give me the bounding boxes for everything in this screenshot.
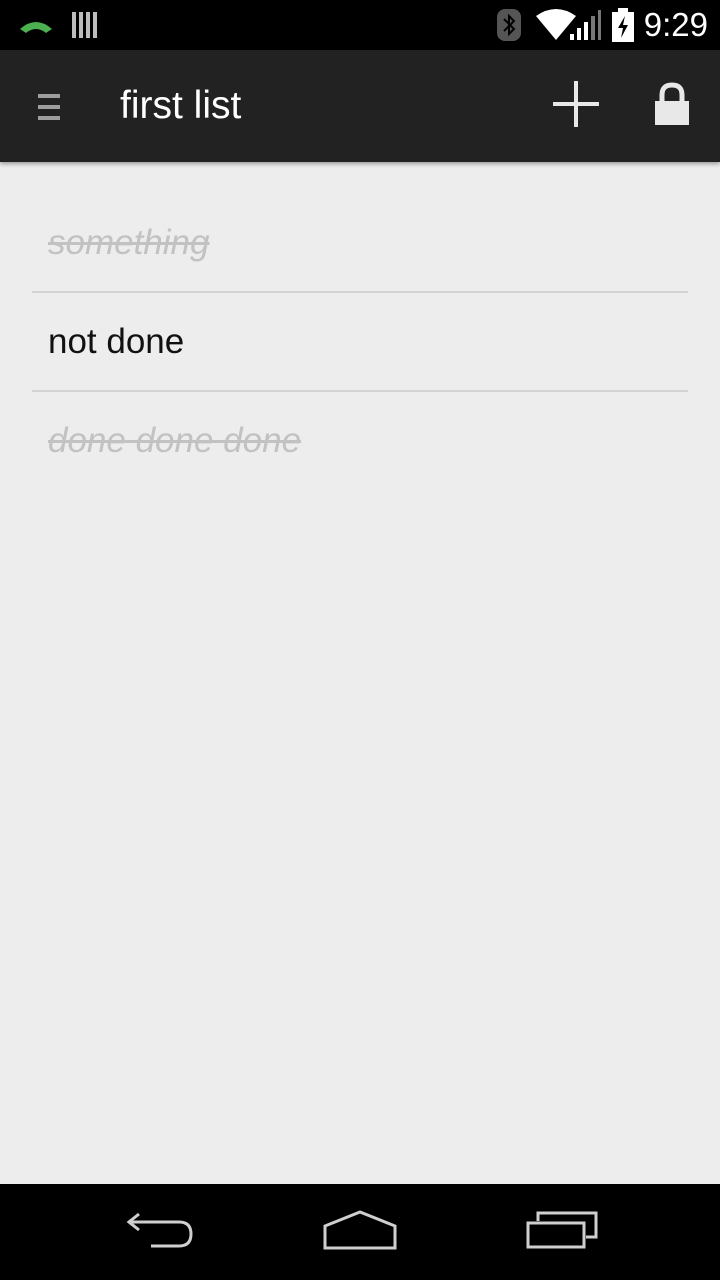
- add-icon: [551, 79, 601, 133]
- back-icon: [125, 1210, 195, 1254]
- action-bar: first list: [0, 50, 720, 162]
- recent-apps-button[interactable]: [502, 1184, 622, 1280]
- home-button[interactable]: [300, 1184, 420, 1280]
- add-item-button[interactable]: [546, 76, 606, 136]
- navigation-bar: [0, 1184, 720, 1280]
- battery-charging-icon: [612, 0, 634, 50]
- list-item-label: something: [48, 223, 210, 262]
- page-title: first list: [120, 84, 242, 127]
- list-item-label: not done: [48, 322, 185, 361]
- app-screen: 9:29 first list something not done done …: [0, 0, 720, 1280]
- phone-call-icon: [18, 0, 54, 50]
- drawer-menu-icon[interactable]: [36, 90, 64, 124]
- cell-signal-icon: [568, 0, 602, 50]
- list-item[interactable]: not done: [32, 293, 688, 392]
- recent-apps-icon: [526, 1211, 598, 1253]
- list-item[interactable]: done done done: [32, 392, 688, 489]
- status-bar: 9:29: [0, 0, 720, 50]
- todo-list: something not done done done done: [32, 194, 688, 489]
- barcode-icon: [72, 0, 98, 50]
- status-time: 9:29: [643, 6, 708, 43]
- list-item-label: done done done: [48, 421, 302, 460]
- lock-button[interactable]: [642, 76, 702, 136]
- list-item[interactable]: something: [32, 194, 688, 293]
- bluetooth-icon: [496, 0, 522, 50]
- back-button[interactable]: [100, 1184, 220, 1280]
- lock-icon: [653, 82, 691, 130]
- home-icon: [323, 1210, 397, 1254]
